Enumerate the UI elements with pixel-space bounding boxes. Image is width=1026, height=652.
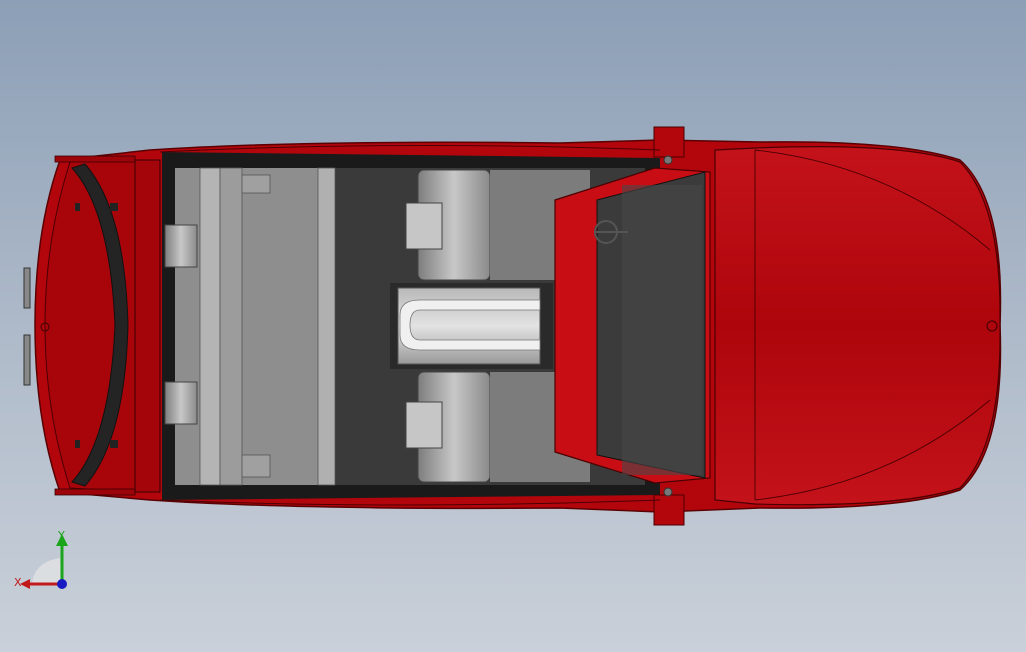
triad-plane [32, 558, 62, 584]
coordinate-triad: Y X [10, 528, 80, 598]
hood [714, 146, 1001, 506]
graphics-viewport[interactable]: Y X [0, 0, 1026, 652]
windshield-area [554, 167, 711, 484]
car-model[interactable] [0, 0, 1026, 652]
center-console [390, 283, 553, 369]
z-axis-dot [57, 579, 67, 589]
x-axis-label: X [14, 576, 22, 589]
y-axis-label: Y [58, 529, 65, 542]
